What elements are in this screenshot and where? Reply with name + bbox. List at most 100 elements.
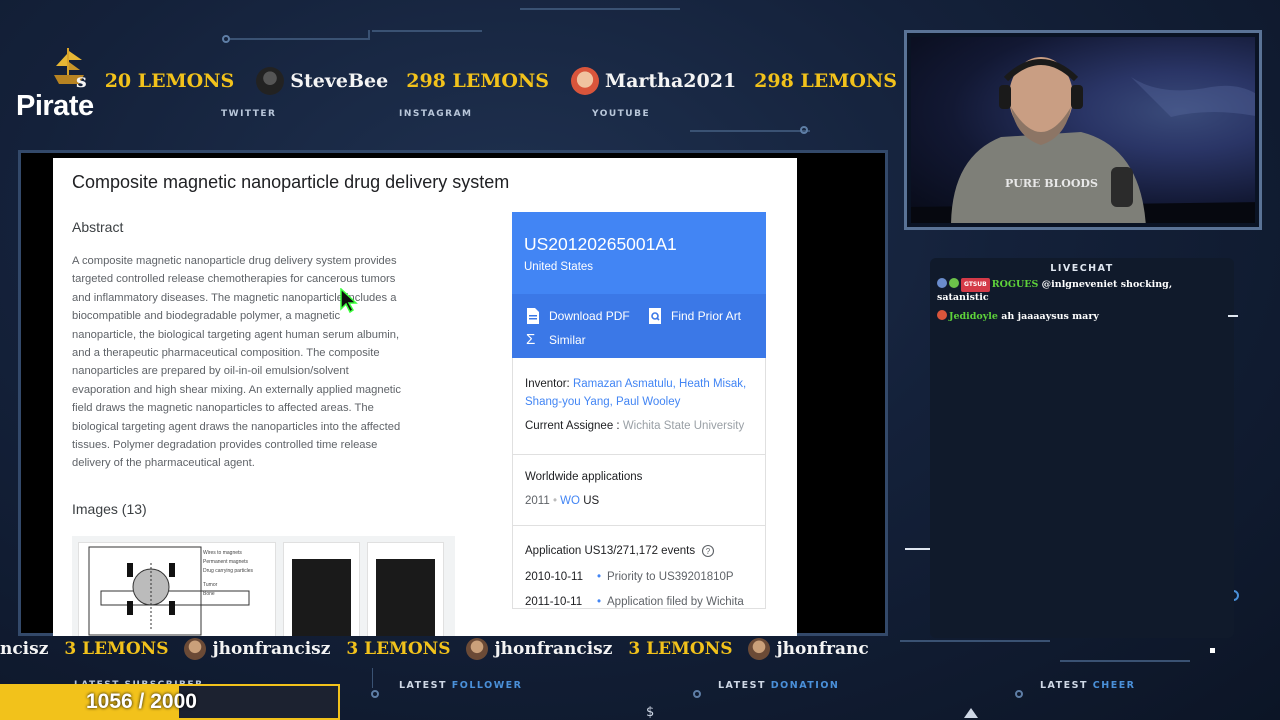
chat-username[interactable]: ROGUES <box>992 279 1039 290</box>
ticker-avatar <box>184 638 207 660</box>
decor-line <box>228 38 368 40</box>
decor-dot <box>1015 690 1023 698</box>
abstract-line: field draws the magnetic nanoparticles t… <box>72 402 374 415</box>
ticker-avatar <box>748 638 771 660</box>
abstract-line: nanoparticle, the biological targeting a… <box>72 328 400 341</box>
figure-label: Wires to magnets <box>203 550 242 556</box>
ticker-user: Martha2021 <box>605 70 737 92</box>
figure-thumbnail[interactable]: Wires to magnets Permanent magnets Drug … <box>78 542 276 636</box>
download-pdf-button[interactable]: Download PDF <box>526 308 630 324</box>
top-donation-ticker: s 20 LEMONS SteveBee 298 LEMONS Martha20… <box>0 64 900 98</box>
decor-line <box>520 8 680 10</box>
image-thumbnails: Wires to magnets Permanent magnets Drug … <box>72 536 455 636</box>
webcam-feed: PURE BLOODS <box>911 37 1255 223</box>
assignee-label: Current Assignee : <box>525 420 620 432</box>
bottom-donation-ticker: rancisz 3 LEMONS jhonfrancisz 3 LEMONS j… <box>0 635 888 663</box>
publication-header: US20120265001A1 United States <box>512 212 766 294</box>
figure-label: Drug carrying particles <box>203 568 254 574</box>
ticker-amount: 298 LEMONS <box>406 70 550 92</box>
streamer-silhouette-icon: PURE BLOODS <box>911 57 1255 223</box>
ticker-user: rancisz <box>0 639 49 659</box>
find-prior-art-button[interactable]: Find Prior Art <box>648 308 741 324</box>
patent-sidebar: US20120265001A1 United States Download P… <box>512 212 766 609</box>
event-date: 2011-10-11 <box>525 595 583 608</box>
livechat-panel: LIVECHAT GTSUB ROGUES @inlgneveniet shock… <box>930 258 1234 638</box>
document-icon <box>527 308 539 324</box>
ticker-amount: 3 LEMONS <box>64 639 169 659</box>
svg-text:?: ? <box>706 547 711 556</box>
decor-line <box>368 30 370 40</box>
similar-button[interactable]: Σ Similar <box>526 332 586 348</box>
ticker-amount: 298 LEMONS <box>754 70 897 92</box>
worldwide-us: US <box>583 494 600 507</box>
event-description: Priority to US39201810P <box>607 570 734 583</box>
figure-thumbnail[interactable] <box>283 542 360 636</box>
decor-dot <box>693 690 701 698</box>
patent-page: Composite magnetic nanoparticle drug del… <box>53 158 797 636</box>
publication-number: US20120265001A1 <box>524 234 677 254</box>
figure-label: Bone <box>203 591 215 597</box>
abstract-line: and a therapeutic pharmaceutical composi… <box>72 347 380 360</box>
chat-badge-icon <box>937 278 947 288</box>
inventor-label: Inventor: <box>525 378 570 390</box>
ticker-user: s <box>76 70 87 92</box>
shirt-text: PURE BLOODS <box>1005 177 1098 190</box>
assignee-value: Wichita State University <box>622 420 745 432</box>
ticker-avatar <box>466 638 489 660</box>
abstract-line: evaporation and high shear mixing. An ex… <box>72 383 401 396</box>
worldwide-heading: Worldwide applications <box>525 470 643 483</box>
search-document-icon <box>649 308 661 324</box>
ticker-avatar <box>256 67 285 95</box>
images-heading: Images (13) <box>72 501 147 517</box>
patent-title: Composite magnetic nanoparticle drug del… <box>72 172 510 192</box>
decor-dot <box>1210 648 1215 653</box>
social-link-twitter[interactable]: TWITTER <box>221 109 276 119</box>
decor-line <box>372 30 482 32</box>
goal-progress-text: 1056 / 2000 <box>86 690 197 713</box>
abstract-line: targeted controlled release chemotherapi… <box>72 273 396 286</box>
chat-message: Jedidoyle ah jaaaaysus mary <box>937 310 1227 323</box>
ticker-amount: 3 LEMONS <box>628 639 733 659</box>
latest-prefix: LATEST <box>718 680 766 691</box>
latest-accent: FOLLOWER <box>451 680 523 691</box>
chat-message: GTSUB ROGUES @inlgneveniet shocking, sata… <box>937 278 1227 304</box>
abstract-line: and inflammatory diseases. The magnetic … <box>72 291 397 304</box>
cheer-triangle-icon <box>964 708 978 718</box>
event-date: 2010-10-11 <box>525 570 583 583</box>
event-row: 2010-10-11 • Priority to US39201810P <box>525 570 734 583</box>
abstract-heading: Abstract <box>72 219 124 235</box>
download-pdf-label: Download PDF <box>549 309 630 323</box>
ticker-user: jhonfranc <box>776 639 869 659</box>
chat-username[interactable]: Jedidoyle <box>949 311 998 322</box>
latest-follower: LATEST FOLLOWER <box>399 680 522 691</box>
latest-cheer: LATEST CHEER <box>1040 680 1136 691</box>
inventor-row: Inventor: Ramazan Asmatulu, Heath Misak,… <box>525 376 753 411</box>
abstract-text: A composite magnetic nanoparticle drug d… <box>72 252 444 473</box>
assignee-row: Current Assignee : Wichita State Univers… <box>525 418 753 436</box>
worldwide-row: 2011 • WO US <box>525 494 600 507</box>
decor-line <box>1228 315 1238 317</box>
figure-label: Permanent magnets <box>203 559 249 565</box>
mouse-cursor-icon <box>340 288 358 314</box>
decor-dot <box>800 126 808 134</box>
divider <box>513 524 765 526</box>
latest-prefix: LATEST <box>1040 680 1088 691</box>
events-heading: Application US13/271,172 events ? <box>525 544 753 558</box>
decor-dot <box>371 690 379 698</box>
divider <box>513 453 765 455</box>
worldwide-wo-link[interactable]: WO <box>560 495 580 507</box>
abstract-line: nanoparticles are prepared by oil-in-oil… <box>72 365 349 378</box>
abstract-line: tissues. Polymer degradation provides co… <box>72 439 378 452</box>
figure-thumbnail[interactable] <box>367 542 444 636</box>
chat-text: ah jaaaaysus mary <box>1001 311 1099 322</box>
help-icon[interactable]: ? <box>701 544 715 558</box>
publication-country: United States <box>524 261 594 273</box>
subscriber-badge: GTSUB <box>961 278 990 292</box>
social-link-youtube[interactable]: YOUTUBE <box>592 109 650 119</box>
dollar-icon: $ <box>646 705 655 720</box>
sigma-icon: Σ <box>526 331 536 348</box>
webcam-frame: PURE BLOODS <box>904 30 1262 230</box>
abstract-line: biological targeting agent draws the nan… <box>72 420 401 433</box>
social-link-instagram[interactable]: INSTAGRAM <box>399 109 473 119</box>
livechat-title: LIVECHAT <box>1050 263 1114 274</box>
